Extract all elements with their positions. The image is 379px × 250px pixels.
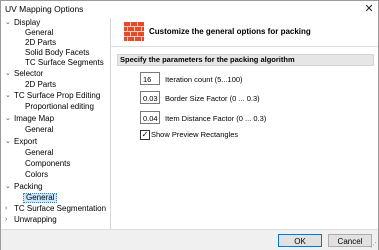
options-tree[interactable]: ⌄ Display General 2D Parts Solid Body Fac…: [3, 18, 111, 229]
chevron-right-icon[interactable]: ›: [5, 204, 7, 214]
item-distance-factor-label: Item Distance Factor (0 ... 0.3): [165, 114, 267, 123]
tree-item-packing-general[interactable]: General: [23, 193, 58, 203]
tree-item-components[interactable]: Components: [25, 159, 70, 169]
page-header: Customize the general options for packin…: [111, 18, 378, 47]
ok-button[interactable]: OK: [278, 234, 322, 247]
cancel-button[interactable]: Cancel: [328, 234, 372, 247]
tree-item-export-general[interactable]: General: [25, 148, 53, 158]
tree-item-tc-surface-segmentation[interactable]: › TC Surface Segmentation: [5, 204, 106, 214]
brick-wall-icon: [124, 22, 144, 41]
chevron-down-icon[interactable]: ⌄: [5, 69, 11, 79]
tree-item-export[interactable]: ⌄ Export: [5, 137, 37, 147]
chevron-down-icon[interactable]: ⌄: [5, 18, 11, 28]
show-preview-rectangles-label[interactable]: Show Preview Rectangles: [151, 130, 238, 139]
tree-item-display[interactable]: ⌄ Display: [5, 18, 40, 28]
tree-item-selector-2d-parts[interactable]: 2D Parts: [25, 80, 56, 90]
resize-grip-icon[interactable]: ⋰: [370, 241, 377, 249]
tree-item-display-general[interactable]: General: [25, 28, 53, 38]
tree-item-image-map[interactable]: ⌄ Image Map: [5, 114, 54, 124]
iteration-count-input[interactable]: 16: [140, 72, 160, 85]
tree-item-colors[interactable]: Colors: [25, 170, 48, 180]
chevron-down-icon[interactable]: ⌄: [5, 182, 11, 192]
page-title: Customize the general options for packin…: [149, 27, 311, 36]
uv-mapping-options-dialog: UV Mapping Options ✕ ⌄ Display General 2D…: [0, 0, 379, 250]
border-size-factor-label: Border Size Factor (0 ... 0.3): [165, 94, 260, 103]
chevron-down-icon[interactable]: ⌄: [5, 91, 11, 101]
section-title: Specify the parameters for the packing a…: [120, 55, 295, 64]
tree-item-tc-surface-segments[interactable]: TC Surface Segments: [25, 58, 104, 68]
dialog-footer: OK Cancel ⋰: [1, 229, 378, 250]
tree-item-tc-surface-prop-editing[interactable]: ⌄ TC Surface Prop Editing: [5, 91, 100, 101]
tree-item-selector[interactable]: ⌄ Selector: [5, 69, 43, 79]
tree-item-unwrapping[interactable]: › Unwrapping: [5, 215, 57, 225]
tree-item-solid-body-facets[interactable]: Solid Body Facets: [25, 48, 89, 58]
tree-item-display-2d-parts[interactable]: 2D Parts: [25, 38, 56, 48]
chevron-right-icon[interactable]: ›: [5, 215, 7, 225]
tree-item-packing[interactable]: ⌄ Packing: [5, 182, 42, 192]
title-bar[interactable]: UV Mapping Options ✕: [1, 1, 378, 17]
close-icon[interactable]: ✕: [363, 3, 375, 15]
tree-item-proportional-editing[interactable]: Proportional editing: [25, 102, 94, 112]
item-distance-factor-input[interactable]: 0.04: [140, 111, 160, 124]
border-size-factor-input[interactable]: 0.03: [140, 91, 160, 104]
section-header: Specify the parameters for the packing a…: [117, 54, 374, 66]
show-preview-rectangles-checkbox[interactable]: ✓: [140, 130, 150, 140]
tree-item-image-map-general[interactable]: General: [25, 125, 53, 135]
chevron-down-icon[interactable]: ⌄: [5, 114, 11, 124]
window-title: UV Mapping Options: [5, 4, 84, 14]
iteration-count-label: Iteration count (5...100): [165, 75, 243, 84]
chevron-down-icon[interactable]: ⌄: [5, 137, 11, 147]
